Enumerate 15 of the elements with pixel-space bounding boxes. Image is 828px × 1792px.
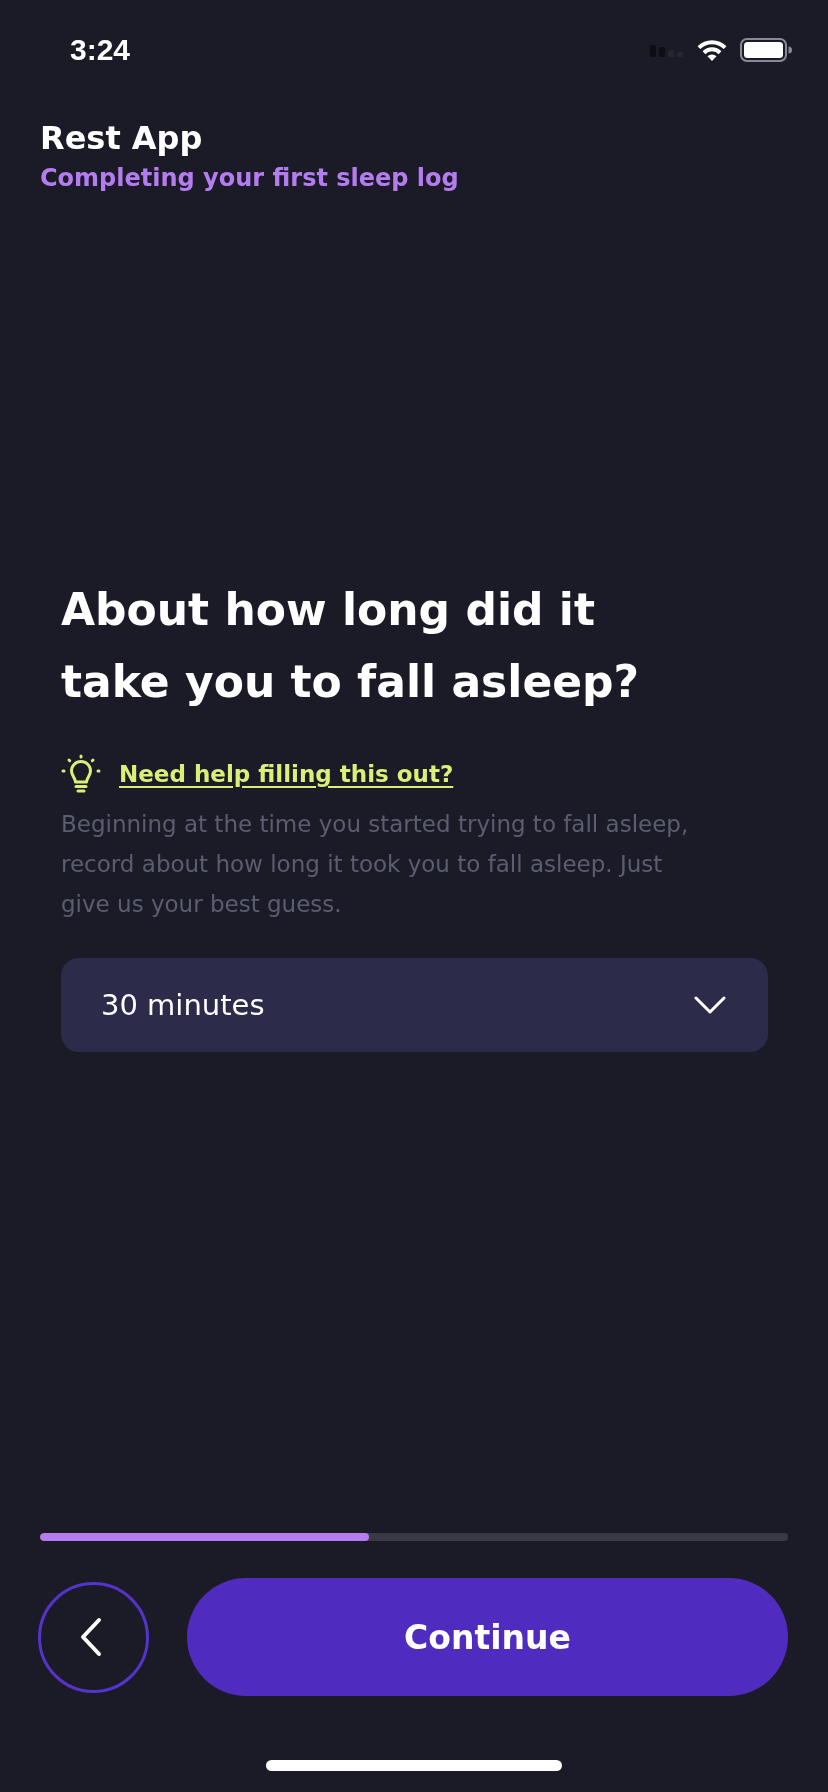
- duration-dropdown[interactable]: 30 minutes: [61, 958, 768, 1052]
- lightbulb-icon: [61, 754, 101, 794]
- app-subtitle: Completing your first sleep log: [40, 163, 459, 194]
- continue-button[interactable]: Continue: [187, 1578, 788, 1696]
- back-button[interactable]: [38, 1581, 149, 1693]
- status-time: 3:24: [70, 33, 131, 67]
- signal-icon: [650, 43, 684, 57]
- help-link[interactable]: Need help filling this out?: [119, 761, 454, 787]
- question-title: About how long did it take you to fall asleep?: [61, 583, 641, 709]
- question-description: Beginning at the time you started trying to fall asleep, record about how long it took you to fall asleep. Just give us your best guess.: [61, 810, 690, 919]
- app-title: Rest App: [40, 118, 203, 158]
- battery-icon: [740, 38, 792, 62]
- chevron-down-icon: [694, 996, 726, 1014]
- wifi-icon: [696, 38, 728, 62]
- chevron-left-icon: [79, 1617, 102, 1657]
